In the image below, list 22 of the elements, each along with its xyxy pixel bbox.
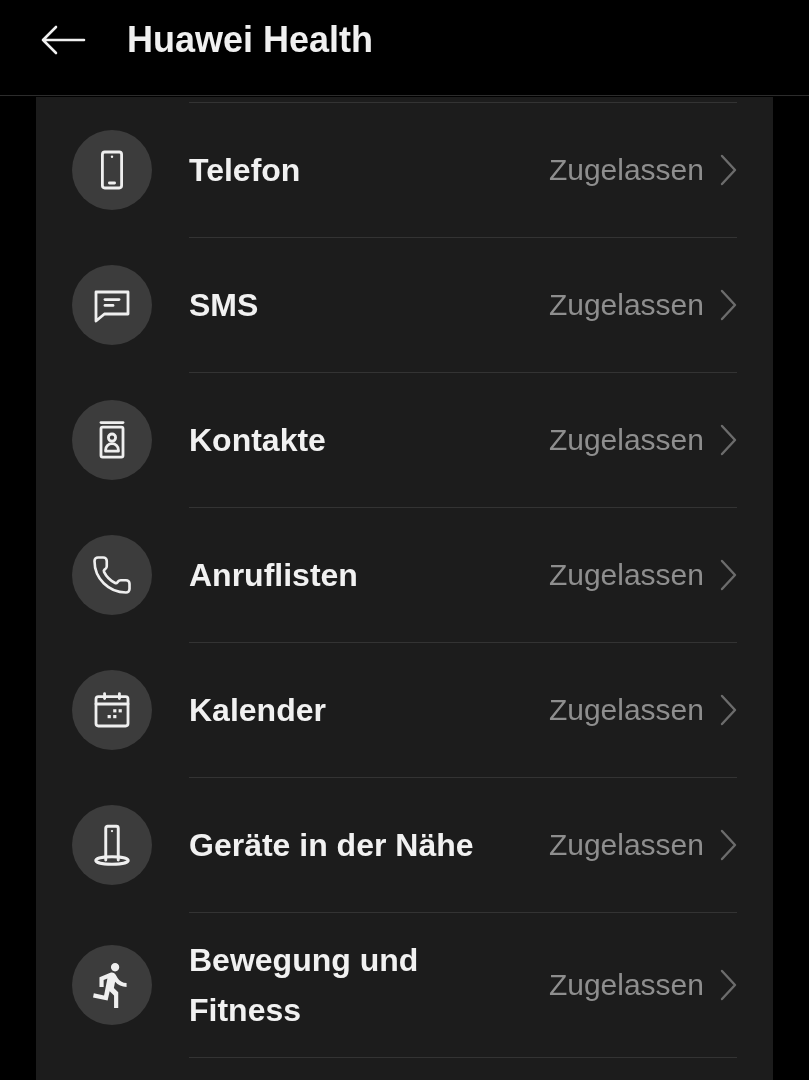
permission-status: Zugelassen <box>548 422 704 458</box>
chevron-right-icon <box>720 289 737 321</box>
permission-label[interactable]: Kalender <box>189 685 509 735</box>
permission-status: Zugelassen <box>548 557 704 593</box>
chevron-right-icon <box>720 424 737 456</box>
permission-label[interactable]: SMS <box>189 280 509 330</box>
permission-status: Zugelassen <box>548 827 704 863</box>
permission-label[interactable]: Kontakte <box>189 415 509 465</box>
permission-label[interactable]: Bewegung und Fitness <box>189 935 509 1035</box>
permission-status: Zugelassen <box>548 967 704 1003</box>
permission-label[interactable]: Telefon <box>189 145 509 195</box>
permission-status: Zugelassen <box>548 692 704 728</box>
permission-status: Zugelassen <box>548 287 704 323</box>
chevron-right-icon <box>720 829 737 861</box>
chevron-right-icon <box>720 694 737 726</box>
page-title: Huawei Health <box>127 18 374 62</box>
chevron-right-icon <box>720 154 737 186</box>
permission-label[interactable]: Anruflisten <box>189 550 509 600</box>
permission-status: Zugelassen <box>548 152 704 188</box>
chevron-right-icon <box>720 559 737 591</box>
permission-label[interactable]: Geräte in der Nähe <box>189 820 509 870</box>
chevron-right-icon <box>720 969 737 1001</box>
